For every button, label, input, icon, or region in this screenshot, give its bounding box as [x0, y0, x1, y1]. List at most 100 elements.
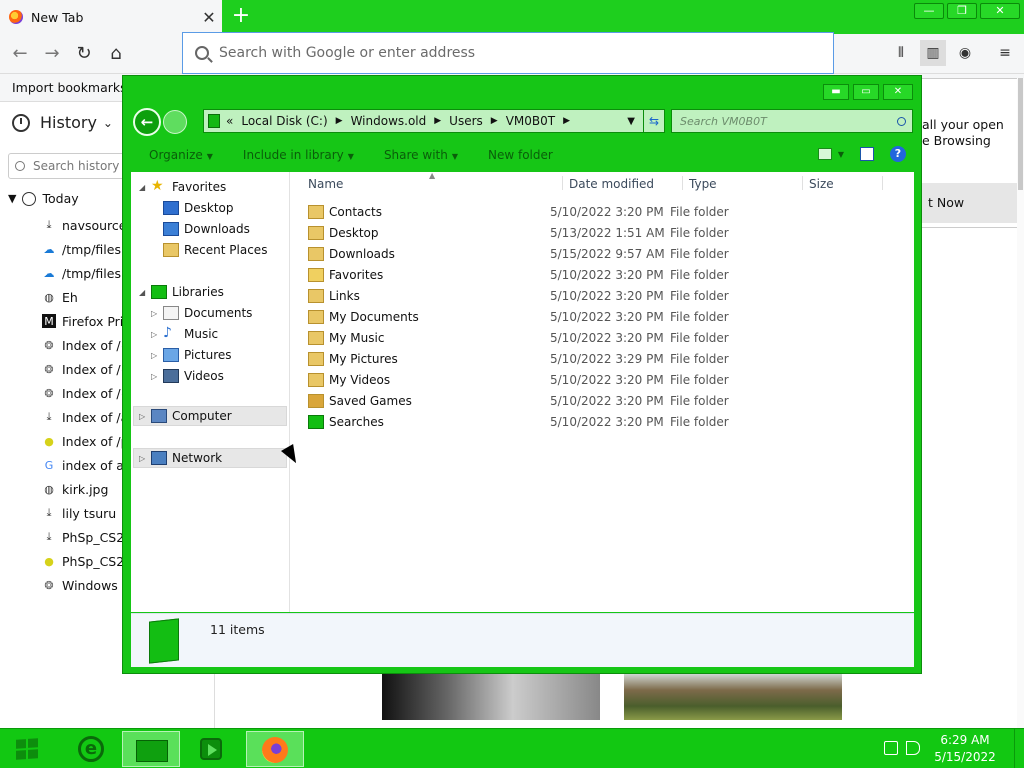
column-header-type[interactable]: Type	[689, 172, 717, 194]
top-site-thumbnail[interactable]	[382, 674, 600, 720]
expand-arrow-icon[interactable]: ◢	[139, 288, 151, 297]
notification-button[interactable]: t Now	[916, 183, 1021, 223]
import-bookmarks-link[interactable]: Import bookmarks...	[12, 80, 139, 95]
new-tab-button[interactable]: +	[228, 4, 254, 30]
help-icon[interactable]: ?	[890, 146, 906, 162]
column-divider[interactable]	[562, 176, 563, 190]
close-button[interactable]: ✕	[883, 84, 913, 100]
breadcrumb-item[interactable]: Users	[449, 114, 483, 128]
nav-favorites[interactable]: ◢ ★ Favorites	[139, 179, 226, 194]
nav-item-desktop[interactable]: Desktop	[163, 201, 234, 215]
nav-item-documents[interactable]: ▷ Documents	[151, 306, 252, 320]
show-desktop-button[interactable]	[1014, 729, 1024, 768]
maximize-button[interactable]: ▭	[853, 84, 879, 100]
file-row[interactable]: Contacts 5/10/2022 3:20 PM File folder	[290, 201, 915, 222]
file-row[interactable]: My Pictures 5/10/2022 3:29 PM File folder	[290, 348, 915, 369]
nav-label: Computer	[172, 409, 232, 423]
history-header[interactable]: History ⌄	[12, 113, 113, 132]
column-header-date[interactable]: Date modified	[569, 172, 654, 194]
tab-close-icon[interactable]: ✕	[196, 8, 222, 27]
breadcrumb-separator-icon[interactable]: ▶	[434, 116, 441, 126]
new-folder-button[interactable]: New folder	[488, 148, 553, 162]
sidebar-icon[interactable]: ▥	[920, 40, 946, 66]
taskbar-firefox[interactable]	[246, 731, 304, 767]
taskbar-media-player[interactable]	[186, 731, 236, 767]
account-icon[interactable]: ◉	[952, 40, 978, 66]
share-with-menu[interactable]: Share with ▼	[384, 148, 458, 162]
library-icon[interactable]: ⦀	[888, 40, 914, 66]
expand-arrow-icon[interactable]: ▷	[139, 412, 151, 421]
network-status-icon[interactable]	[884, 741, 898, 755]
column-header-name[interactable]: Name	[308, 172, 343, 194]
history-item-label: Windows 7	[62, 577, 130, 593]
file-row[interactable]: Saved Games 5/10/2022 3:20 PM File folder	[290, 390, 915, 411]
include-in-library-menu[interactable]: Include in library ▼	[243, 148, 354, 162]
clock-date[interactable]: 5/15/2022	[930, 750, 1000, 764]
breadcrumb-separator-icon[interactable]: ▶	[336, 116, 343, 126]
history-group-today[interactable]: ▼ Today	[8, 191, 79, 206]
nav-item-videos[interactable]: ▷ Videos	[151, 369, 224, 383]
back-button[interactable]: ←	[8, 42, 32, 66]
address-dropdown-icon[interactable]: ▼	[627, 116, 635, 127]
chevron-down-icon[interactable]: ▼	[838, 150, 844, 159]
expand-arrow-icon[interactable]: ▷	[151, 309, 163, 318]
home-button[interactable]: ⌂	[104, 42, 128, 66]
forward-button[interactable]: →	[40, 42, 64, 66]
nav-item-downloads[interactable]: Downloads	[163, 222, 250, 236]
breadcrumb-separator-icon[interactable]: ▶	[563, 116, 570, 126]
scrollbar-thumb[interactable]	[1018, 78, 1023, 190]
reload-button[interactable]: ↻	[72, 42, 96, 66]
file-row[interactable]: Favorites 5/10/2022 3:20 PM File folder	[290, 264, 915, 285]
close-button[interactable]: ✕	[980, 3, 1020, 19]
minimize-button[interactable]: ▬	[823, 84, 849, 100]
column-divider[interactable]	[802, 176, 803, 190]
volume-icon[interactable]	[906, 741, 920, 755]
forward-arrow-icon[interactable]	[163, 110, 187, 134]
file-name-cell: Downloads	[290, 246, 550, 261]
nav-item-pictures[interactable]: ▷ Pictures	[151, 348, 232, 362]
nav-computer[interactable]: ▷ Computer	[139, 409, 232, 423]
expand-arrow-icon[interactable]: ◢	[139, 183, 151, 192]
nav-item-recent-places[interactable]: Recent Places	[163, 243, 267, 257]
maximize-button[interactable]: ❐	[947, 3, 977, 19]
expand-arrow-icon[interactable]: ▷	[151, 330, 163, 339]
taskbar-internet-explorer[interactable]: e	[66, 731, 116, 767]
file-row[interactable]: My Documents 5/10/2022 3:20 PM File folder	[290, 306, 915, 327]
expand-arrow-icon[interactable]: ▷	[151, 351, 163, 360]
nav-libraries[interactable]: ◢ Libraries	[139, 285, 224, 299]
url-bar[interactable]: Search with Google or enter address	[182, 32, 834, 74]
column-divider[interactable]	[682, 176, 683, 190]
file-row[interactable]: My Music 5/10/2022 3:20 PM File folder	[290, 327, 915, 348]
organize-menu[interactable]: Organize ▼	[149, 148, 213, 162]
search-input[interactable]: Search VM0B0T	[671, 109, 913, 133]
refresh-icon[interactable]: ⇆	[643, 109, 665, 133]
breadcrumb-item[interactable]: VM0B0T	[506, 114, 555, 128]
expand-arrow-icon[interactable]: ▷	[139, 454, 151, 463]
breadcrumb-separator-icon[interactable]: ▶	[491, 116, 498, 126]
browser-tab[interactable]: New Tab ✕	[0, 0, 222, 34]
file-row[interactable]: Downloads 5/15/2022 9:57 AM File folder	[290, 243, 915, 264]
breadcrumb-overflow[interactable]: «	[226, 114, 233, 128]
clock-time[interactable]: 6:29 AM	[930, 733, 1000, 747]
menu-icon[interactable]: ≡	[992, 40, 1018, 66]
back-arrow-icon[interactable]: ←	[133, 108, 161, 136]
view-options-icon[interactable]	[817, 148, 832, 160]
column-divider[interactable]	[882, 176, 883, 190]
file-row[interactable]: My Videos 5/10/2022 3:20 PM File folder	[290, 369, 915, 390]
file-row[interactable]: Links 5/10/2022 3:20 PM File folder	[290, 285, 915, 306]
file-row[interactable]: Searches 5/10/2022 3:20 PM File folder	[290, 411, 915, 432]
breadcrumb-item[interactable]: Local Disk (C:)	[241, 114, 327, 128]
taskbar-explorer[interactable]	[122, 731, 180, 767]
start-button[interactable]	[4, 731, 52, 767]
minimize-button[interactable]: —	[914, 3, 944, 19]
nav-network[interactable]: ▷ Network	[139, 451, 222, 465]
column-header-size[interactable]: Size	[809, 172, 834, 194]
top-site-thumbnail[interactable]	[624, 674, 842, 720]
expand-arrow-icon[interactable]: ▷	[151, 372, 163, 381]
page-scrollbar[interactable]	[1017, 78, 1024, 728]
preview-pane-icon[interactable]	[860, 147, 874, 161]
nav-item-music[interactable]: ▷ ♪ Music	[151, 326, 218, 341]
address-bar[interactable]: « Local Disk (C:) ▶ Windows.old ▶ Users …	[203, 109, 664, 133]
breadcrumb-item[interactable]: Windows.old	[351, 114, 427, 128]
file-row[interactable]: Desktop 5/13/2022 1:51 AM File folder	[290, 222, 915, 243]
